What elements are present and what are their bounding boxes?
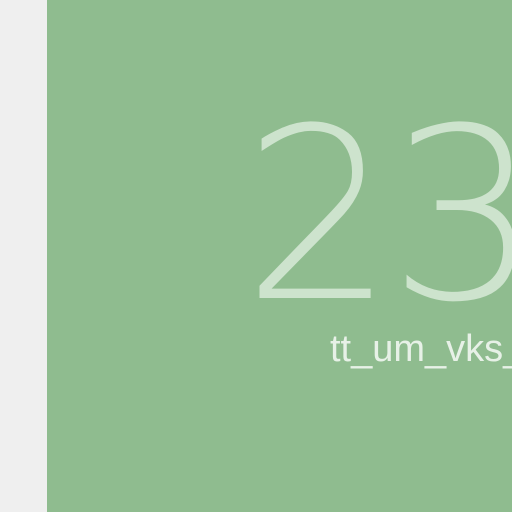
project-tile[interactable]: 23 tt_um_vks_ xyxy=(47,0,512,512)
screen: 23 tt_um_vks_ xyxy=(0,0,512,512)
tile-caption: tt_um_vks_ xyxy=(330,328,512,370)
tile-number: 23 xyxy=(243,78,512,355)
left-strip xyxy=(0,0,47,512)
